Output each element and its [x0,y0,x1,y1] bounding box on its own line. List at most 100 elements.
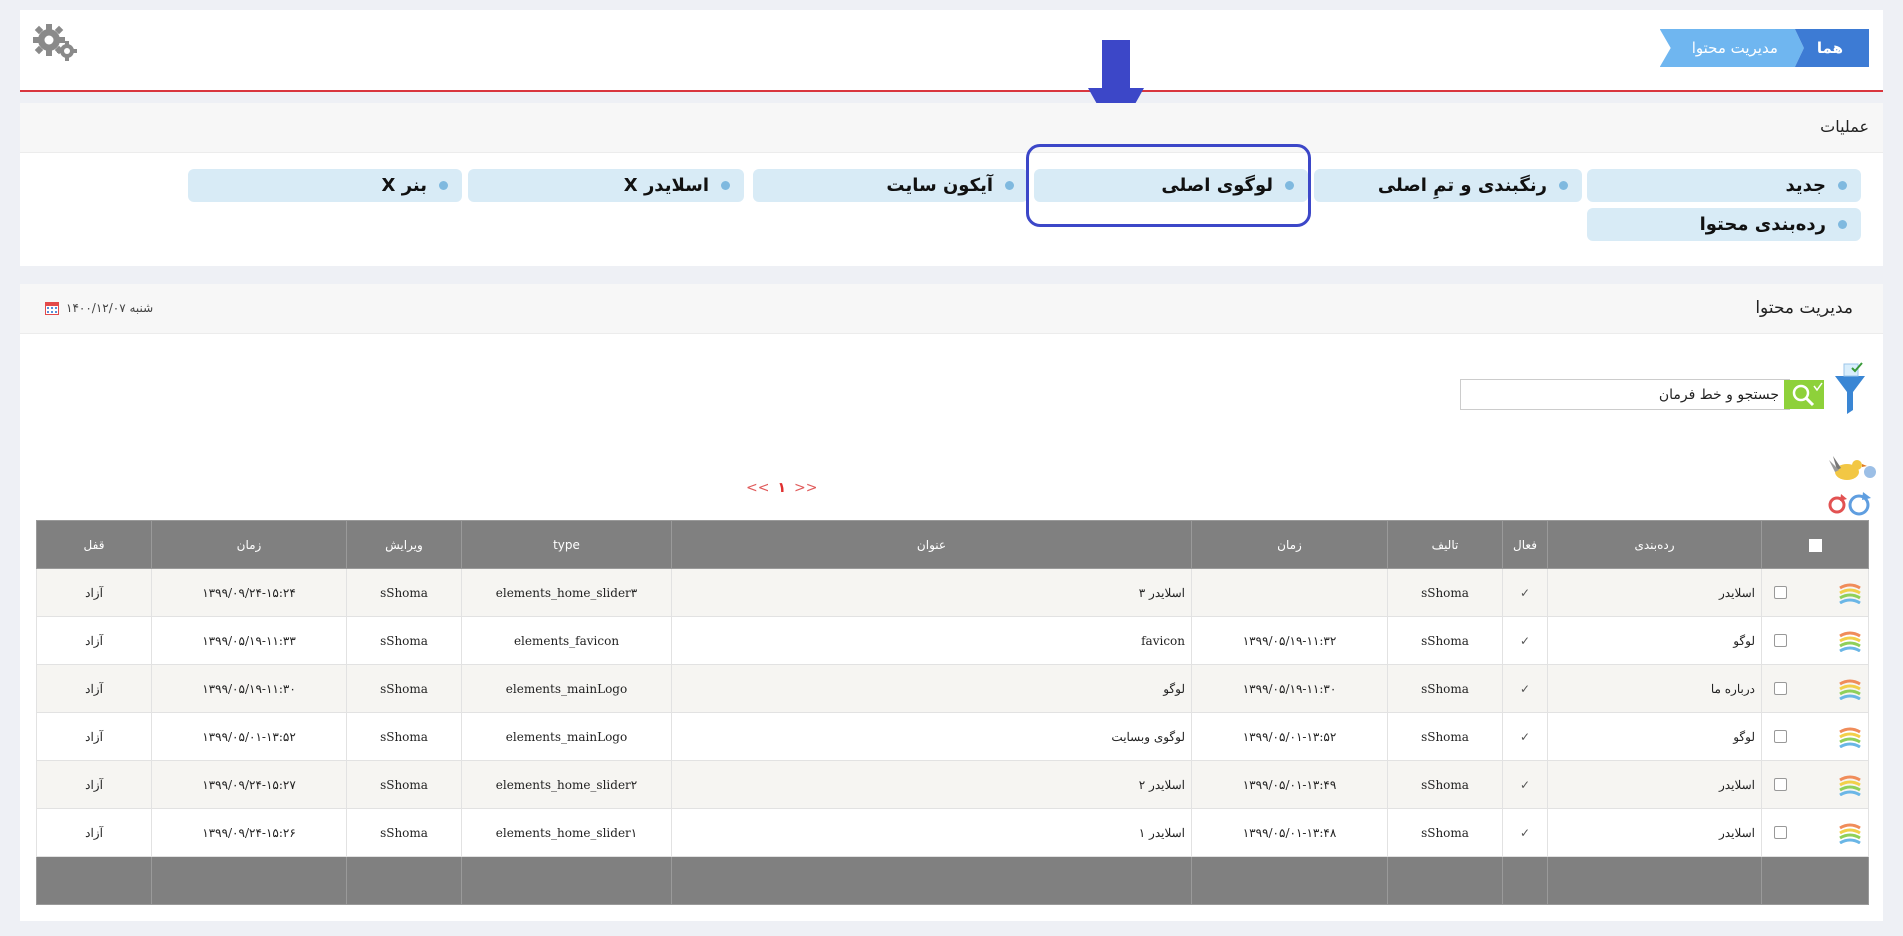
search-input[interactable] [1460,379,1790,410]
cell-select[interactable] [1761,808,1869,857]
row-checkbox[interactable] [1774,682,1787,695]
settings-gear-icon[interactable] [32,22,78,62]
cell-category: لوگو [1547,712,1762,761]
content-item-icon[interactable] [1838,774,1862,796]
operations-title: عملیات [1820,117,1869,136]
cell-category: لوگو [1547,616,1762,665]
table-row[interactable]: اسلایدر ✓ sShoma اسلایدر ۳ elements_home_sli… [36,568,1869,617]
header-type[interactable]: type [461,520,672,569]
cell-category: درباره ما [1547,664,1762,713]
row-checkbox[interactable] [1774,634,1787,647]
cell-category: اسلایدر [1547,568,1762,617]
breadcrumb: مدیریت محتوا هما [1660,29,1869,67]
op-button-content-category[interactable]: ردەبندی محتوا [1587,208,1861,241]
bullet-icon [1005,181,1014,190]
row-checkbox[interactable] [1774,586,1787,599]
cell-active[interactable]: ✓ [1502,568,1548,617]
content-header: مدیریت محتوا شنبه ۱۴۰۰/۱۲/۰۷ [20,284,1883,334]
cell-lock: آزاد [36,616,152,665]
search-icon[interactable] [1784,380,1824,409]
header-edit[interactable]: ویرایش [346,520,462,569]
cell-author: sShoma [1387,760,1503,809]
cell-type: elements_home_slider۱ [461,808,672,857]
op-button-new[interactable]: جدید [1587,169,1861,202]
bullet-icon [1838,220,1847,229]
cell-time: ۱۳۹۹/۰۵/۱۹-۱۱:۳۰ [1191,664,1388,713]
cell-time [1191,568,1388,617]
bird-tool-icon[interactable] [1827,452,1877,484]
content-item-icon[interactable] [1838,726,1862,748]
row-checkbox[interactable] [1774,730,1787,743]
header-category[interactable]: ردەبندی [1547,520,1762,569]
cell-time: ۱۳۹۹/۰۵/۱۹-۱۱:۳۲ [1191,616,1388,665]
cell-time2: ۱۳۹۹/۰۹/۲۴-۱۵:۲۷ [151,760,347,809]
content-item-icon[interactable] [1838,630,1862,652]
cell-time2: ۱۳۹۹/۰۹/۲۴-۱۵:۲۶ [151,808,347,857]
row-checkbox[interactable] [1774,778,1787,791]
operations-panel: عملیات جدید رنگبندی و تمِ اصلی لوگوی اصل… [20,103,1883,266]
table-row[interactable]: لوگو ✓ sShoma ۱۳۹۹/۰۵/۱۹-۱۱:۳۲ favicon elemen… [36,616,1869,665]
cell-active[interactable]: ✓ [1502,712,1548,761]
table-row[interactable]: درباره ما ✓ sShoma ۱۳۹۹/۰۵/۱۹-۱۱:۳۰ لوگو elem… [36,664,1869,713]
bullet-icon [439,181,448,190]
cell-active[interactable]: ✓ [1502,808,1548,857]
table-row[interactable]: لوگو ✓ sShoma ۱۳۹۹/۰۵/۰۱-۱۳:۵۲ لوگوی وبسایت e… [36,712,1869,761]
cell-type: elements_mainLogo [461,664,672,713]
select-all-checkbox[interactable] [1808,538,1822,552]
cell-active[interactable]: ✓ [1502,760,1548,809]
op-button-theme[interactable]: رنگبندی و تمِ اصلی [1314,169,1582,202]
header-title[interactable]: عنوان [671,520,1192,569]
cell-time: ۱۳۹۹/۰۵/۰۱-۱۳:۴۹ [1191,760,1388,809]
pagination: << ۱ >> [746,480,817,496]
pager-current[interactable]: ۱ [777,480,786,496]
content-table: ردەبندی فعال تالیف زمان عنوان type ویرای… [36,520,1869,905]
pager-prev[interactable]: << [746,480,769,496]
header-lock[interactable]: قفل [36,520,152,569]
cell-select[interactable] [1761,664,1869,713]
breadcrumb-current[interactable]: مدیریت محتوا [1660,29,1804,67]
cell-lock: آزاد [36,664,152,713]
cell-time: ۱۳۹۹/۰۵/۰۱-۱۳:۵۲ [1191,712,1388,761]
op-button-banner[interactable]: بنر X [188,169,462,202]
filter-funnel-icon[interactable] [1832,362,1868,416]
pager-next[interactable]: >> [794,480,817,496]
cell-title: favicon [671,616,1192,665]
cell-category: اسلایدر [1547,808,1762,857]
cell-type: elements_mainLogo [461,712,672,761]
cell-lock: آزاد [36,568,152,617]
cell-edit: sShoma [346,712,462,761]
header-time[interactable]: زمان [1191,520,1388,569]
cell-select[interactable] [1761,712,1869,761]
select-all-header[interactable] [1761,520,1869,569]
cell-select[interactable] [1761,568,1869,617]
row-checkbox[interactable] [1774,826,1787,839]
cell-category: اسلایدر [1547,760,1762,809]
date-display: شنبه ۱۴۰۰/۱۲/۰۷ [44,300,153,316]
refresh-icon[interactable] [1825,492,1873,518]
cell-select[interactable] [1761,616,1869,665]
header-time2[interactable]: زمان [151,520,347,569]
cell-select[interactable] [1761,760,1869,809]
op-button-site-icon[interactable]: آیکون سایت [753,169,1028,202]
content-item-icon[interactable] [1838,822,1862,844]
content-item-icon[interactable] [1838,678,1862,700]
bullet-icon [1838,181,1847,190]
table-row[interactable]: اسلایدر ✓ sShoma ۱۳۹۹/۰۵/۰۱-۱۳:۴۹ اسلایدر ۲e… [36,760,1869,809]
table-row[interactable]: اسلایدر ✓ sShoma ۱۳۹۹/۰۵/۰۱-۱۳:۴۸ اسلایدر ۱e… [36,808,1869,857]
cell-time2: ۱۳۹۹/۰۵/۱۹-۱۱:۳۳ [151,616,347,665]
cell-active[interactable]: ✓ [1502,664,1548,713]
header-author[interactable]: تالیف [1387,520,1503,569]
header-active[interactable]: فعال [1502,520,1548,569]
cell-time2: ۱۳۹۹/۰۹/۲۴-۱۵:۲۴ [151,568,347,617]
cell-time: ۱۳۹۹/۰۵/۰۱-۱۳:۴۸ [1191,808,1388,857]
cell-edit: sShoma [346,760,462,809]
bullet-icon [721,181,730,190]
calendar-icon[interactable] [44,300,60,316]
cell-title: اسلایدر ۱ [671,808,1192,857]
breadcrumb-home[interactable]: هما [1794,29,1869,67]
cell-active[interactable]: ✓ [1502,616,1548,665]
content-item-icon[interactable] [1838,582,1862,604]
op-button-slider[interactable]: اسلایدر X [468,169,744,202]
cell-title: اسلایدر ۳ [671,568,1192,617]
cell-edit: sShoma [346,568,462,617]
